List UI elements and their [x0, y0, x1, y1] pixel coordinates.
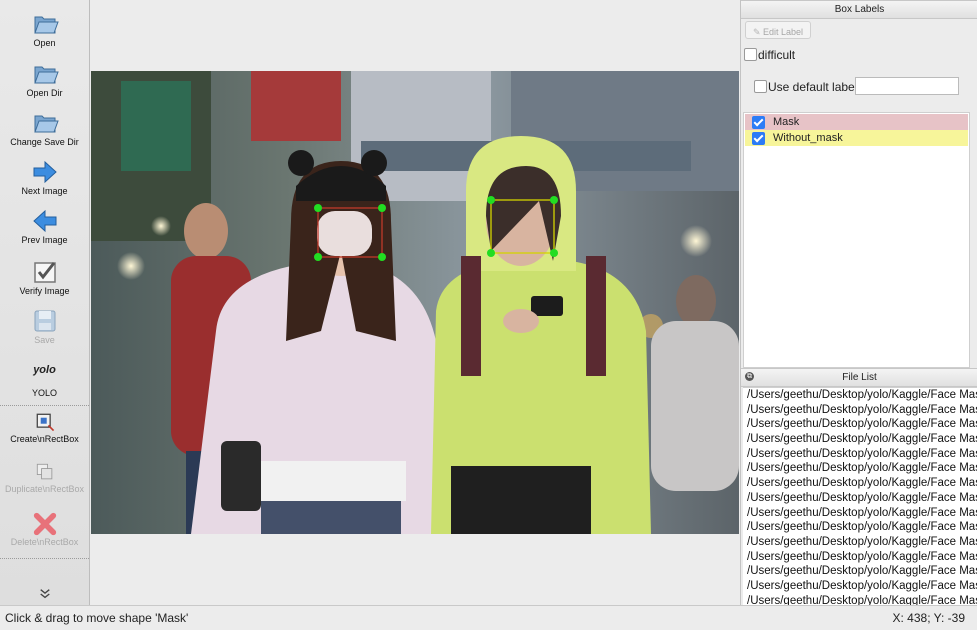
file-list: /Users/geethu/Desktop/yolo/Kaggle/Face M…: [743, 387, 977, 606]
file-list-item[interactable]: /Users/geethu/Desktop/yolo/Kaggle/Face M…: [743, 403, 977, 418]
tools-toolbar: Open Open Dir Change Save Dir Next Image…: [0, 0, 90, 605]
save-button[interactable]: Save: [0, 307, 89, 346]
file-list-title-text: File List: [842, 372, 877, 383]
edit-label-button[interactable]: ✎ Edit Label: [745, 21, 811, 39]
file-list-item[interactable]: /Users/geethu/Desktop/yolo/Kaggle/Face M…: [743, 535, 977, 550]
file-list-item[interactable]: /Users/geethu/Desktop/yolo/Kaggle/Face M…: [743, 520, 977, 535]
create-rectbox-label: Create\nRectBox: [10, 434, 79, 444]
floppy-disk-icon: [34, 310, 55, 332]
annotation-canvas[interactable]: [90, 0, 740, 605]
label-item-name: Mask: [773, 116, 800, 128]
file-list-item[interactable]: /Users/geethu/Desktop/yolo/Kaggle/Face M…: [743, 476, 977, 491]
dock-float-icon[interactable]: ⧉: [745, 372, 754, 381]
label-item-mask[interactable]: Mask: [745, 114, 968, 130]
open-dir-button[interactable]: Open Dir: [0, 60, 89, 99]
duplicate-rect-icon: [36, 463, 52, 480]
yolo-label: YOLO: [31, 388, 57, 398]
file-list-item[interactable]: /Users/geethu/Desktop/yolo/Kaggle/Face M…: [743, 491, 977, 506]
without-mask-visibility-checkbox[interactable]: [752, 132, 765, 145]
edit-label-text: Edit Label: [763, 27, 804, 37]
file-list-item[interactable]: /Users/geethu/Desktop/yolo/Kaggle/Face M…: [743, 447, 977, 462]
label-list: Mask Without_mask: [743, 112, 970, 368]
file-list-item[interactable]: /Users/geethu/Desktop/yolo/Kaggle/Face M…: [743, 388, 977, 403]
use-default-label-text: Use default label: [768, 80, 858, 94]
file-list-item[interactable]: /Users/geethu/Desktop/yolo/Kaggle/Face M…: [743, 579, 977, 594]
open-label: Open: [33, 38, 56, 48]
verify-image-button[interactable]: Verify Image: [0, 258, 89, 297]
prev-image-button[interactable]: Prev Image: [0, 207, 89, 246]
yolo-format-icon: yolo: [33, 364, 56, 376]
folder-open-icon: [33, 16, 59, 34]
label-item-name: Without_mask: [773, 132, 843, 144]
prev-image-label: Prev Image: [21, 235, 68, 245]
use-default-label-checkbox[interactable]: [754, 80, 767, 93]
file-list-item[interactable]: /Users/geethu/Desktop/yolo/Kaggle/Face M…: [743, 564, 977, 579]
delete-rectbox-button[interactable]: Delete\nRectBox: [0, 511, 89, 548]
next-image-label: Next Image: [21, 186, 68, 196]
box-labels-title: Box Labels: [741, 0, 977, 19]
delete-x-icon: [33, 512, 56, 536]
toolbar-separator: [0, 405, 89, 406]
next-image-button[interactable]: Next Image: [0, 158, 89, 197]
status-message: Click & drag to move shape 'Mask': [5, 611, 189, 625]
folder-open-icon: [33, 66, 59, 84]
file-list-item[interactable]: /Users/geethu/Desktop/yolo/Kaggle/Face M…: [743, 550, 977, 565]
difficult-label: difficult: [758, 48, 796, 62]
mask-visibility-checkbox[interactable]: [752, 116, 765, 129]
verify-image-label: Verify Image: [19, 286, 70, 296]
file-list-title: ⧉ File List: [741, 368, 977, 387]
street-photo: [91, 71, 739, 534]
open-button[interactable]: Open: [0, 10, 89, 49]
change-save-dir-label: Change Save Dir: [10, 137, 79, 147]
duplicate-rectbox-button[interactable]: Duplicate\nRectBox: [0, 460, 89, 495]
duplicate-rectbox-label: Duplicate\nRectBox: [4, 484, 85, 494]
change-save-dir-button[interactable]: Change Save Dir: [0, 109, 89, 148]
delete-rectbox-label: Delete\nRectBox: [10, 537, 79, 547]
file-list-item[interactable]: /Users/geethu/Desktop/yolo/Kaggle/Face M…: [743, 506, 977, 521]
open-dir-label: Open Dir: [26, 88, 63, 98]
image-canvas[interactable]: [91, 71, 739, 534]
file-list-item[interactable]: /Users/geethu/Desktop/yolo/Kaggle/Face M…: [743, 461, 977, 476]
status-bar: Click & drag to move shape 'Mask' X: 438…: [0, 605, 977, 630]
difficult-checkbox[interactable]: [744, 48, 757, 61]
label-item-without-mask[interactable]: Without_mask: [745, 130, 968, 146]
save-label: Save: [34, 335, 55, 345]
cursor-coordinates: X: 438; Y: -39: [892, 611, 966, 625]
toolbar-more-button[interactable]: [0, 588, 89, 600]
arrow-left-icon: [32, 209, 56, 233]
toolbar-separator: [0, 558, 89, 559]
file-list-item[interactable]: /Users/geethu/Desktop/yolo/Kaggle/Face M…: [743, 432, 977, 447]
file-list-item[interactable]: /Users/geethu/Desktop/yolo/Kaggle/Face M…: [743, 417, 977, 432]
pencil-icon: ✎: [752, 27, 761, 37]
yolo-format-button[interactable]: yolo YOLO: [0, 360, 89, 399]
create-rect-icon: [36, 413, 54, 432]
folder-open-icon: [33, 115, 59, 133]
default-label-input[interactable]: [855, 77, 959, 95]
double-chevron-down-icon: [39, 589, 50, 599]
right-dock: Box Labels ✎ Edit Label difficult Use de…: [740, 0, 977, 606]
create-rectbox-button[interactable]: Create\nRectBox: [0, 410, 89, 445]
checkmark-icon: [33, 262, 56, 283]
arrow-right-icon: [33, 160, 57, 184]
